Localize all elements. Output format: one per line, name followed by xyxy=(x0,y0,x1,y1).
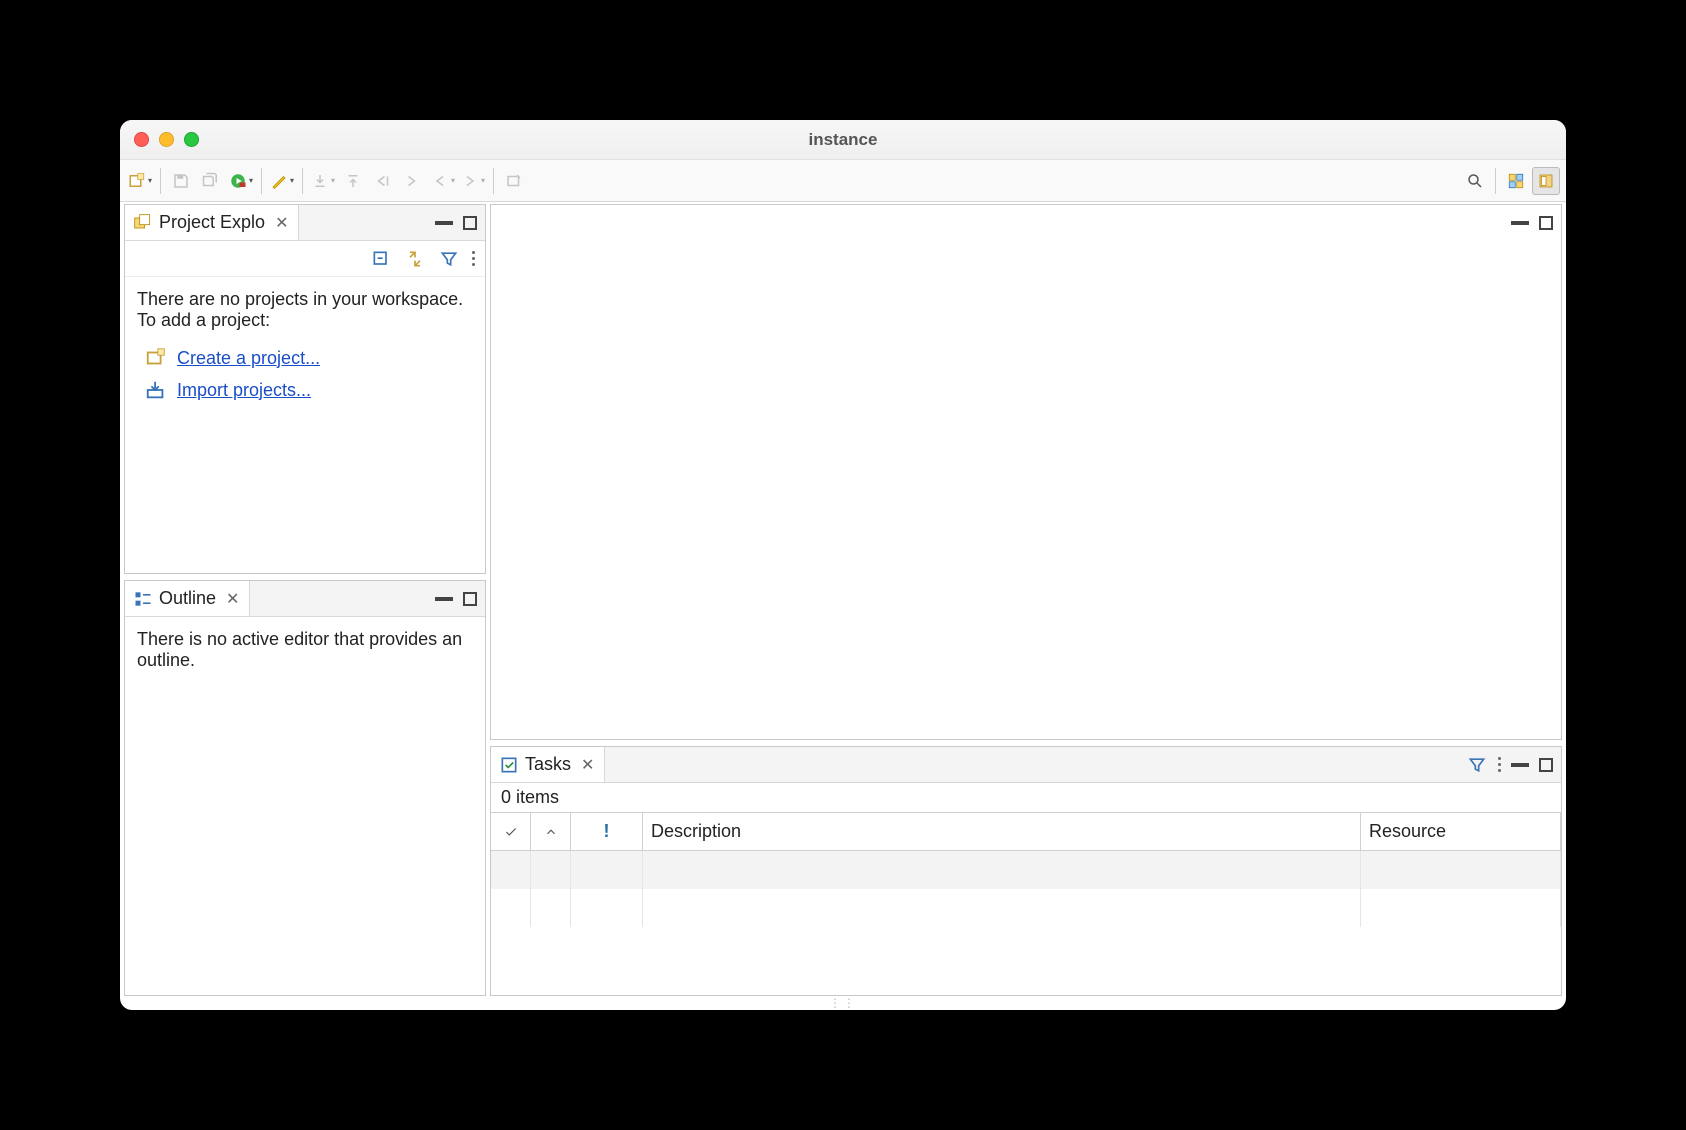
maximize-view-button[interactable] xyxy=(463,216,477,230)
col-description[interactable]: Description xyxy=(643,813,1361,850)
tasks-header-row: ! Description Resource xyxy=(491,813,1561,851)
tasks-tabrow: Tasks ✕ xyxy=(491,747,1561,783)
maximize-view-button[interactable] xyxy=(1539,758,1553,772)
close-icon[interactable]: ✕ xyxy=(275,213,288,233)
import-projects-row: Import projects... xyxy=(137,379,473,401)
tasks-icon xyxy=(499,755,519,775)
col-resource[interactable]: Resource xyxy=(1361,813,1561,850)
minimize-view-button[interactable] xyxy=(435,221,453,225)
explorer-body: There are no projects in your workspace.… xyxy=(125,277,485,413)
view-menu-button[interactable] xyxy=(472,251,475,266)
col-sort[interactable] xyxy=(531,813,571,850)
nav-forward-button[interactable] xyxy=(399,167,427,195)
resource-perspective-button[interactable] xyxy=(1532,167,1560,195)
maximize-view-button[interactable] xyxy=(463,592,477,606)
tasks-filter-button[interactable] xyxy=(1466,754,1488,776)
maximize-editor-button[interactable] xyxy=(1539,216,1553,230)
pin-editor-button[interactable] xyxy=(500,167,528,195)
tasks-body: 0 items ! Description xyxy=(491,783,1561,927)
tasks-tab-label: Tasks xyxy=(525,754,571,775)
new-project-icon xyxy=(145,347,167,369)
priority-icon: ! xyxy=(604,821,610,842)
explorer-empty-line2: To add a project: xyxy=(137,310,473,331)
project-explorer-icon xyxy=(133,213,153,233)
editor-area xyxy=(490,204,1562,740)
tasks-tab[interactable]: Tasks ✕ xyxy=(491,747,605,782)
project-explorer-tab-label: Project Explo xyxy=(159,212,265,233)
outline-empty-text: There is no active editor that provides … xyxy=(137,629,473,671)
explorer-empty-line1: There are no projects in your workspace. xyxy=(137,289,473,310)
minimize-editor-button[interactable] xyxy=(1511,221,1529,225)
filter-button[interactable] xyxy=(438,248,460,270)
table-row[interactable] xyxy=(491,851,1561,889)
run-button[interactable] xyxy=(227,167,255,195)
tasks-count-label: 0 items xyxy=(491,783,1561,812)
outline-tabrow: Outline ✕ xyxy=(125,581,485,617)
search-button[interactable] xyxy=(1461,167,1489,195)
open-perspective-button[interactable] xyxy=(1502,167,1530,195)
outline-body: There is no active editor that provides … xyxy=(125,617,485,683)
tasks-view: Tasks ✕ 0 items xyxy=(490,746,1562,996)
collapse-all-button[interactable] xyxy=(370,248,392,270)
tasks-table: ! Description Resource xyxy=(491,812,1561,927)
editor-empty-area[interactable] xyxy=(491,241,1561,739)
check-icon xyxy=(504,825,518,839)
prev-annotation-button[interactable] xyxy=(339,167,367,195)
save-all-button[interactable] xyxy=(197,167,225,195)
link-with-editor-button[interactable] xyxy=(404,248,426,270)
table-row[interactable] xyxy=(491,889,1561,927)
main-toolbar xyxy=(120,160,1566,202)
window-title: instance xyxy=(120,130,1566,150)
forward-button[interactable] xyxy=(459,167,487,195)
workbench: Project Explo ✕ xyxy=(120,202,1566,996)
minimize-view-button[interactable] xyxy=(1511,763,1529,767)
close-icon[interactable]: ✕ xyxy=(581,755,594,775)
chevron-up-icon xyxy=(544,825,558,839)
tasks-view-menu-button[interactable] xyxy=(1498,757,1501,772)
next-annotation-button[interactable] xyxy=(309,167,337,195)
col-priority[interactable]: ! xyxy=(571,813,643,850)
close-icon[interactable]: ✕ xyxy=(226,589,239,609)
create-project-link[interactable]: Create a project... xyxy=(177,348,320,369)
back-button[interactable] xyxy=(429,167,457,195)
right-column: Tasks ✕ 0 items xyxy=(490,202,1566,996)
app-window: instance xyxy=(120,120,1566,1010)
import-projects-link[interactable]: Import projects... xyxy=(177,380,311,401)
import-icon xyxy=(145,379,167,401)
save-button[interactable] xyxy=(167,167,195,195)
titlebar: instance xyxy=(120,120,1566,160)
left-column: Project Explo ✕ xyxy=(120,202,490,996)
project-explorer-view: Project Explo ✕ xyxy=(124,204,486,574)
new-button[interactable] xyxy=(126,167,154,195)
explorer-toolbar xyxy=(125,241,485,277)
create-project-row: Create a project... xyxy=(137,347,473,369)
outline-icon xyxy=(133,589,153,609)
highlighter-button[interactable] xyxy=(268,167,296,195)
minimize-view-button[interactable] xyxy=(435,597,453,601)
last-edit-location-button[interactable] xyxy=(369,167,397,195)
outline-tab[interactable]: Outline ✕ xyxy=(125,581,250,616)
project-explorer-tab[interactable]: Project Explo ✕ xyxy=(125,205,299,240)
col-completed[interactable] xyxy=(491,813,531,850)
explorer-tabrow: Project Explo ✕ xyxy=(125,205,485,241)
outline-tab-label: Outline xyxy=(159,588,216,609)
status-bar-grip[interactable]: ⋮⋮ xyxy=(120,996,1566,1010)
outline-view: Outline ✕ There is no active editor that… xyxy=(124,580,486,996)
